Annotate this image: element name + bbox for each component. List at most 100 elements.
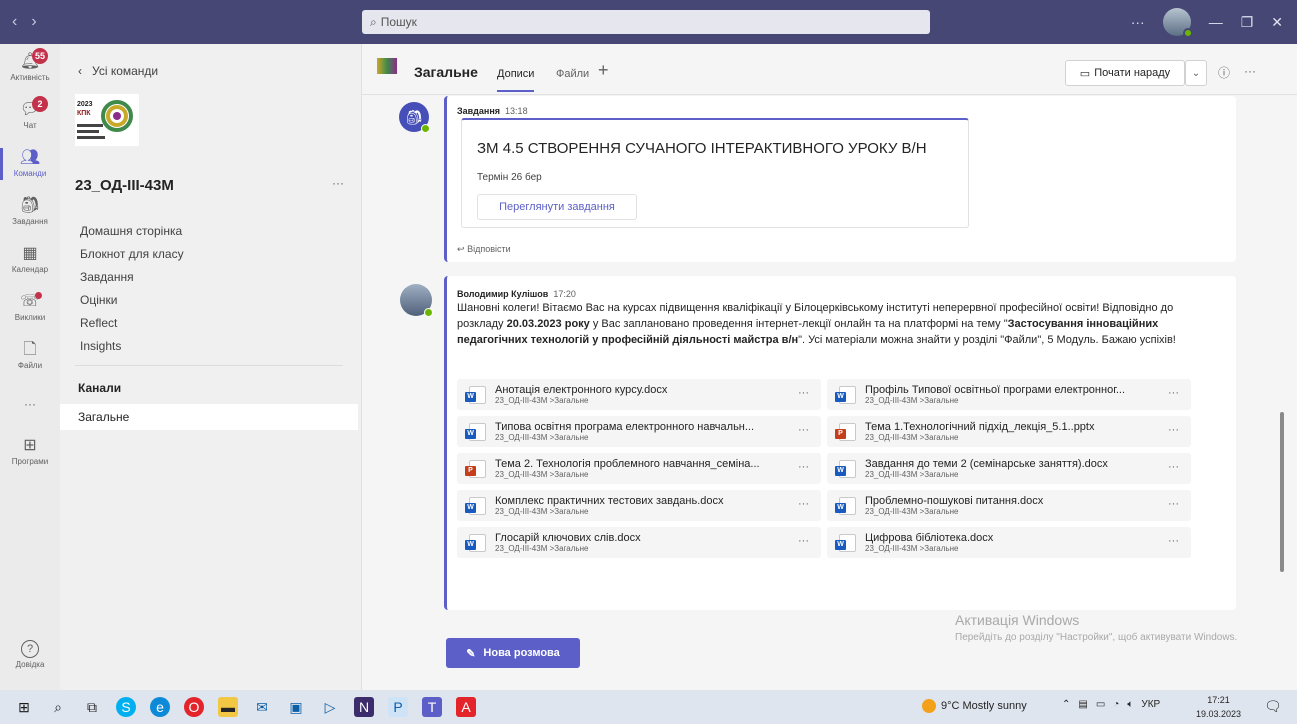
rail-files[interactable]: 🗋 Файли [0, 332, 60, 380]
presence-indicator [421, 124, 430, 133]
system-tray: ⌃ ▤ ▭ ◔ 🔈︎ УКР [1062, 699, 1160, 710]
opera-icon[interactable]: O [184, 697, 204, 717]
network-icon[interactable]: ▤ [1078, 699, 1087, 710]
notifications-icon[interactable]: 🗨︎ [1264, 698, 1282, 715]
edge-icon[interactable]: e [150, 697, 170, 717]
volume-icon[interactable]: 🔈︎ [1127, 699, 1133, 710]
divider [75, 365, 343, 366]
search-icon: ⌕ [370, 14, 377, 29]
attachment-more-icon[interactable]: ··· [798, 535, 809, 547]
clock[interactable]: 17:21 19.03.2023 [1196, 693, 1241, 721]
task-view-icon[interactable]: ⧉ [82, 697, 102, 717]
meeting-options-chevron-down-icon[interactable]: ⌄ [1185, 60, 1207, 86]
battery-icon[interactable]: ▭ [1096, 699, 1105, 710]
rail-label: Активність [10, 73, 50, 82]
rail-apps[interactable]: ⊞ Програми [0, 428, 60, 476]
language-indicator[interactable]: УКР [1141, 699, 1160, 710]
word-file-icon: W [465, 385, 486, 404]
all-teams-label: Усі команди [92, 64, 159, 78]
channel-general[interactable]: Загальне [60, 404, 358, 430]
back-arrow-icon[interactable]: ‹ [12, 13, 17, 31]
attachment-path: 23_ОД-ІІІ-43М >Загальне [865, 396, 959, 405]
rail-more[interactable]: ··· [0, 380, 60, 428]
info-icon[interactable]: ⓘ [1218, 64, 1230, 81]
reply-link[interactable]: ↩ Відповісти [457, 244, 511, 255]
channel-more-icon[interactable]: ··· [1244, 64, 1256, 78]
attachment-card[interactable]: W Проблемно-пошукові питання.docx 23_ОД-І… [827, 490, 1191, 521]
notebook-icon[interactable]: N [354, 697, 374, 717]
attachment-more-icon[interactable]: ··· [1168, 498, 1179, 510]
attachment-card[interactable]: P Тема 2. Технологія проблемного навчанн… [457, 453, 821, 484]
media-player-icon[interactable]: ▷ [320, 697, 340, 717]
team-link-reflect[interactable]: Reflect [80, 312, 184, 335]
rail-chat[interactable]: 💬︎ 2 Чат [0, 92, 60, 140]
attachment-more-icon[interactable]: ··· [798, 461, 809, 473]
view-assignment-button[interactable]: Переглянути завдання [477, 194, 637, 220]
team-more-icon[interactable]: ··· [332, 176, 344, 190]
team-link-grades[interactable]: Оцінки [80, 289, 184, 312]
team-link-insights[interactable]: Insights [80, 335, 184, 358]
post-meta: Завдання 13:18 [457, 106, 528, 116]
rail-activity[interactable]: 🔔︎ 55 Активність [0, 44, 60, 92]
attachment-card[interactable]: W Цифрова бібліотека.docx 23_ОД-ІІІ-43М >… [827, 527, 1191, 558]
attachment-more-icon[interactable]: ··· [1168, 535, 1179, 547]
chevron-up-icon[interactable]: ⌃ [1062, 699, 1070, 710]
help-icon: ? [21, 640, 39, 658]
rail-help[interactable]: ? Довідка [0, 640, 60, 669]
rail-assignments[interactable]: 🎒︎ Завдання [0, 188, 60, 236]
rail-teams[interactable]: 👥︎ Команди [0, 140, 60, 188]
attachment-card[interactable]: W Профіль Типової освітньої програми еле… [827, 379, 1191, 410]
maximize-button[interactable]: ❐ [1241, 14, 1254, 31]
assignment-post: Завдання 13:18 ЗМ 4.5 СТВОРЕННЯ СУЧАНОГО… [444, 96, 1236, 262]
mail-icon[interactable]: ✉ [252, 697, 272, 717]
close-button[interactable]: ✕ [1271, 14, 1283, 31]
attachment-card[interactable]: W Завдання до теми 2 (семінарське занятт… [827, 453, 1191, 484]
attachment-card[interactable]: W Анотація електронного курсу.docx 23_ОД-… [457, 379, 821, 410]
attachment-card[interactable]: W Глосарій ключових слів.docx 23_ОД-ІІІ-4… [457, 527, 821, 558]
team-link-notebook[interactable]: Блокнот для класу [80, 243, 184, 266]
save-icon[interactable]: ▣ [286, 697, 306, 717]
file-icon: 🗋 [23, 341, 37, 358]
wifi-icon[interactable]: ◔ [1113, 699, 1119, 710]
attachment-name: Завдання до теми 2 (семінарське заняття)… [865, 458, 1108, 470]
add-tab-icon[interactable]: + [598, 60, 609, 81]
window-controls: ··· — ❐ ✕ [1131, 0, 1297, 44]
tab-posts[interactable]: Дописи [497, 68, 535, 92]
scrollbar[interactable] [1280, 412, 1284, 572]
forward-arrow-icon[interactable]: › [31, 13, 36, 31]
windows-start-icon[interactable]: ⊞ [14, 697, 34, 717]
attachment-more-icon[interactable]: ··· [798, 424, 809, 436]
more-options-icon[interactable]: ··· [1131, 14, 1145, 30]
powerpoint-file-icon: P [465, 459, 486, 478]
weather-widget[interactable]: 9°C Mostly sunny [922, 699, 1027, 713]
search-input[interactable]: ⌕ Пошук [362, 10, 930, 34]
post-time: 17:20 [553, 289, 576, 299]
new-conversation-button[interactable]: ✎ Нова розмова [446, 638, 580, 668]
message-text-part: у Вас заплановано проведення інтернет-ле… [589, 318, 1008, 330]
minimize-button[interactable]: — [1209, 14, 1223, 30]
attachment-more-icon[interactable]: ··· [798, 498, 809, 510]
start-meeting-button[interactable]: ▭ Почати нараду [1065, 60, 1185, 86]
acrobat-icon[interactable]: A [456, 697, 476, 717]
all-teams-link[interactable]: ‹ Усі команди [78, 64, 158, 78]
file-explorer-icon[interactable]: ▬ [218, 697, 238, 717]
publisher-icon[interactable]: P [388, 697, 408, 717]
attachment-more-icon[interactable]: ··· [1168, 387, 1179, 399]
attachment-more-icon[interactable]: ··· [1168, 424, 1179, 436]
team-link-home[interactable]: Домашня сторінка [80, 220, 184, 243]
search-icon[interactable]: ⌕ [48, 697, 68, 717]
rail-calls[interactable]: ☏ Виклики [0, 284, 60, 332]
teams-taskbar-icon[interactable]: T [422, 697, 442, 717]
team-link-assignments[interactable]: Завдання [80, 266, 184, 289]
skype-icon[interactable]: S [116, 697, 136, 717]
attachment-card[interactable]: W Типова освітня програма електронного н… [457, 416, 821, 447]
rail-calendar[interactable]: ▦ Календар [0, 236, 60, 284]
attachment-more-icon[interactable]: ··· [798, 387, 809, 399]
attachment-card[interactable]: W Комплекс практичних тестових завдань.d… [457, 490, 821, 521]
attachment-more-icon[interactable]: ··· [1168, 461, 1179, 473]
post-author: Володимир Кулішов [457, 289, 549, 299]
message-text: Шановні колеги! Вітаємо Вас на курсах пі… [457, 300, 1197, 348]
tab-files[interactable]: Файли [556, 68, 589, 80]
attachment-card[interactable]: P Тема 1.Технологічний підхід_лекція_5.1… [827, 416, 1191, 447]
profile-avatar[interactable] [1162, 8, 1193, 38]
